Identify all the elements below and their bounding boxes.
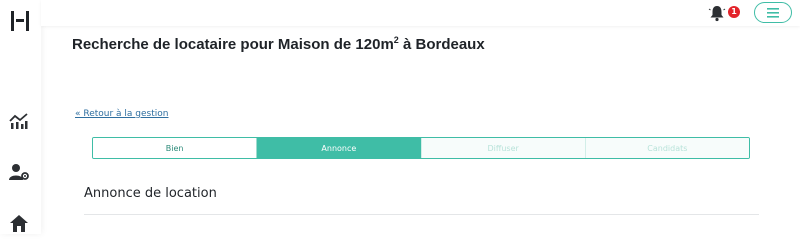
bell-icon (708, 6, 726, 22)
progress-stepper: Bien Annonce Diffuser Candidats (92, 137, 750, 159)
menu-button[interactable] (754, 2, 792, 23)
notification-count-badge: 1 (728, 6, 740, 18)
notifications-button[interactable]: 1 (708, 3, 742, 23)
page-title-tail: à Bordeaux (398, 36, 485, 53)
user-settings-icon[interactable] (8, 162, 30, 182)
back-to-management-link[interactable]: « Retour à la gestion (75, 109, 169, 119)
hamburger-menu-icon (767, 8, 779, 18)
step-candidats[interactable]: Candidats (584, 138, 749, 158)
section-divider (84, 214, 759, 215)
section-title: Annonce de location (84, 186, 217, 201)
page-title: Recherche de locataire pour Maison de 12… (72, 35, 485, 53)
step-bien[interactable]: Bien (93, 138, 258, 158)
top-bar: 1 (41, 0, 800, 26)
page-title-main: Recherche de locataire pour Maison de 12… (72, 36, 394, 53)
step-annonce[interactable]: Annonce (257, 138, 421, 158)
analytics-icon[interactable] (8, 111, 30, 131)
sidebar (0, 0, 41, 234)
app-logo[interactable] (10, 9, 30, 33)
home-icon[interactable] (8, 213, 30, 233)
step-diffuser[interactable]: Diffuser (420, 138, 585, 158)
